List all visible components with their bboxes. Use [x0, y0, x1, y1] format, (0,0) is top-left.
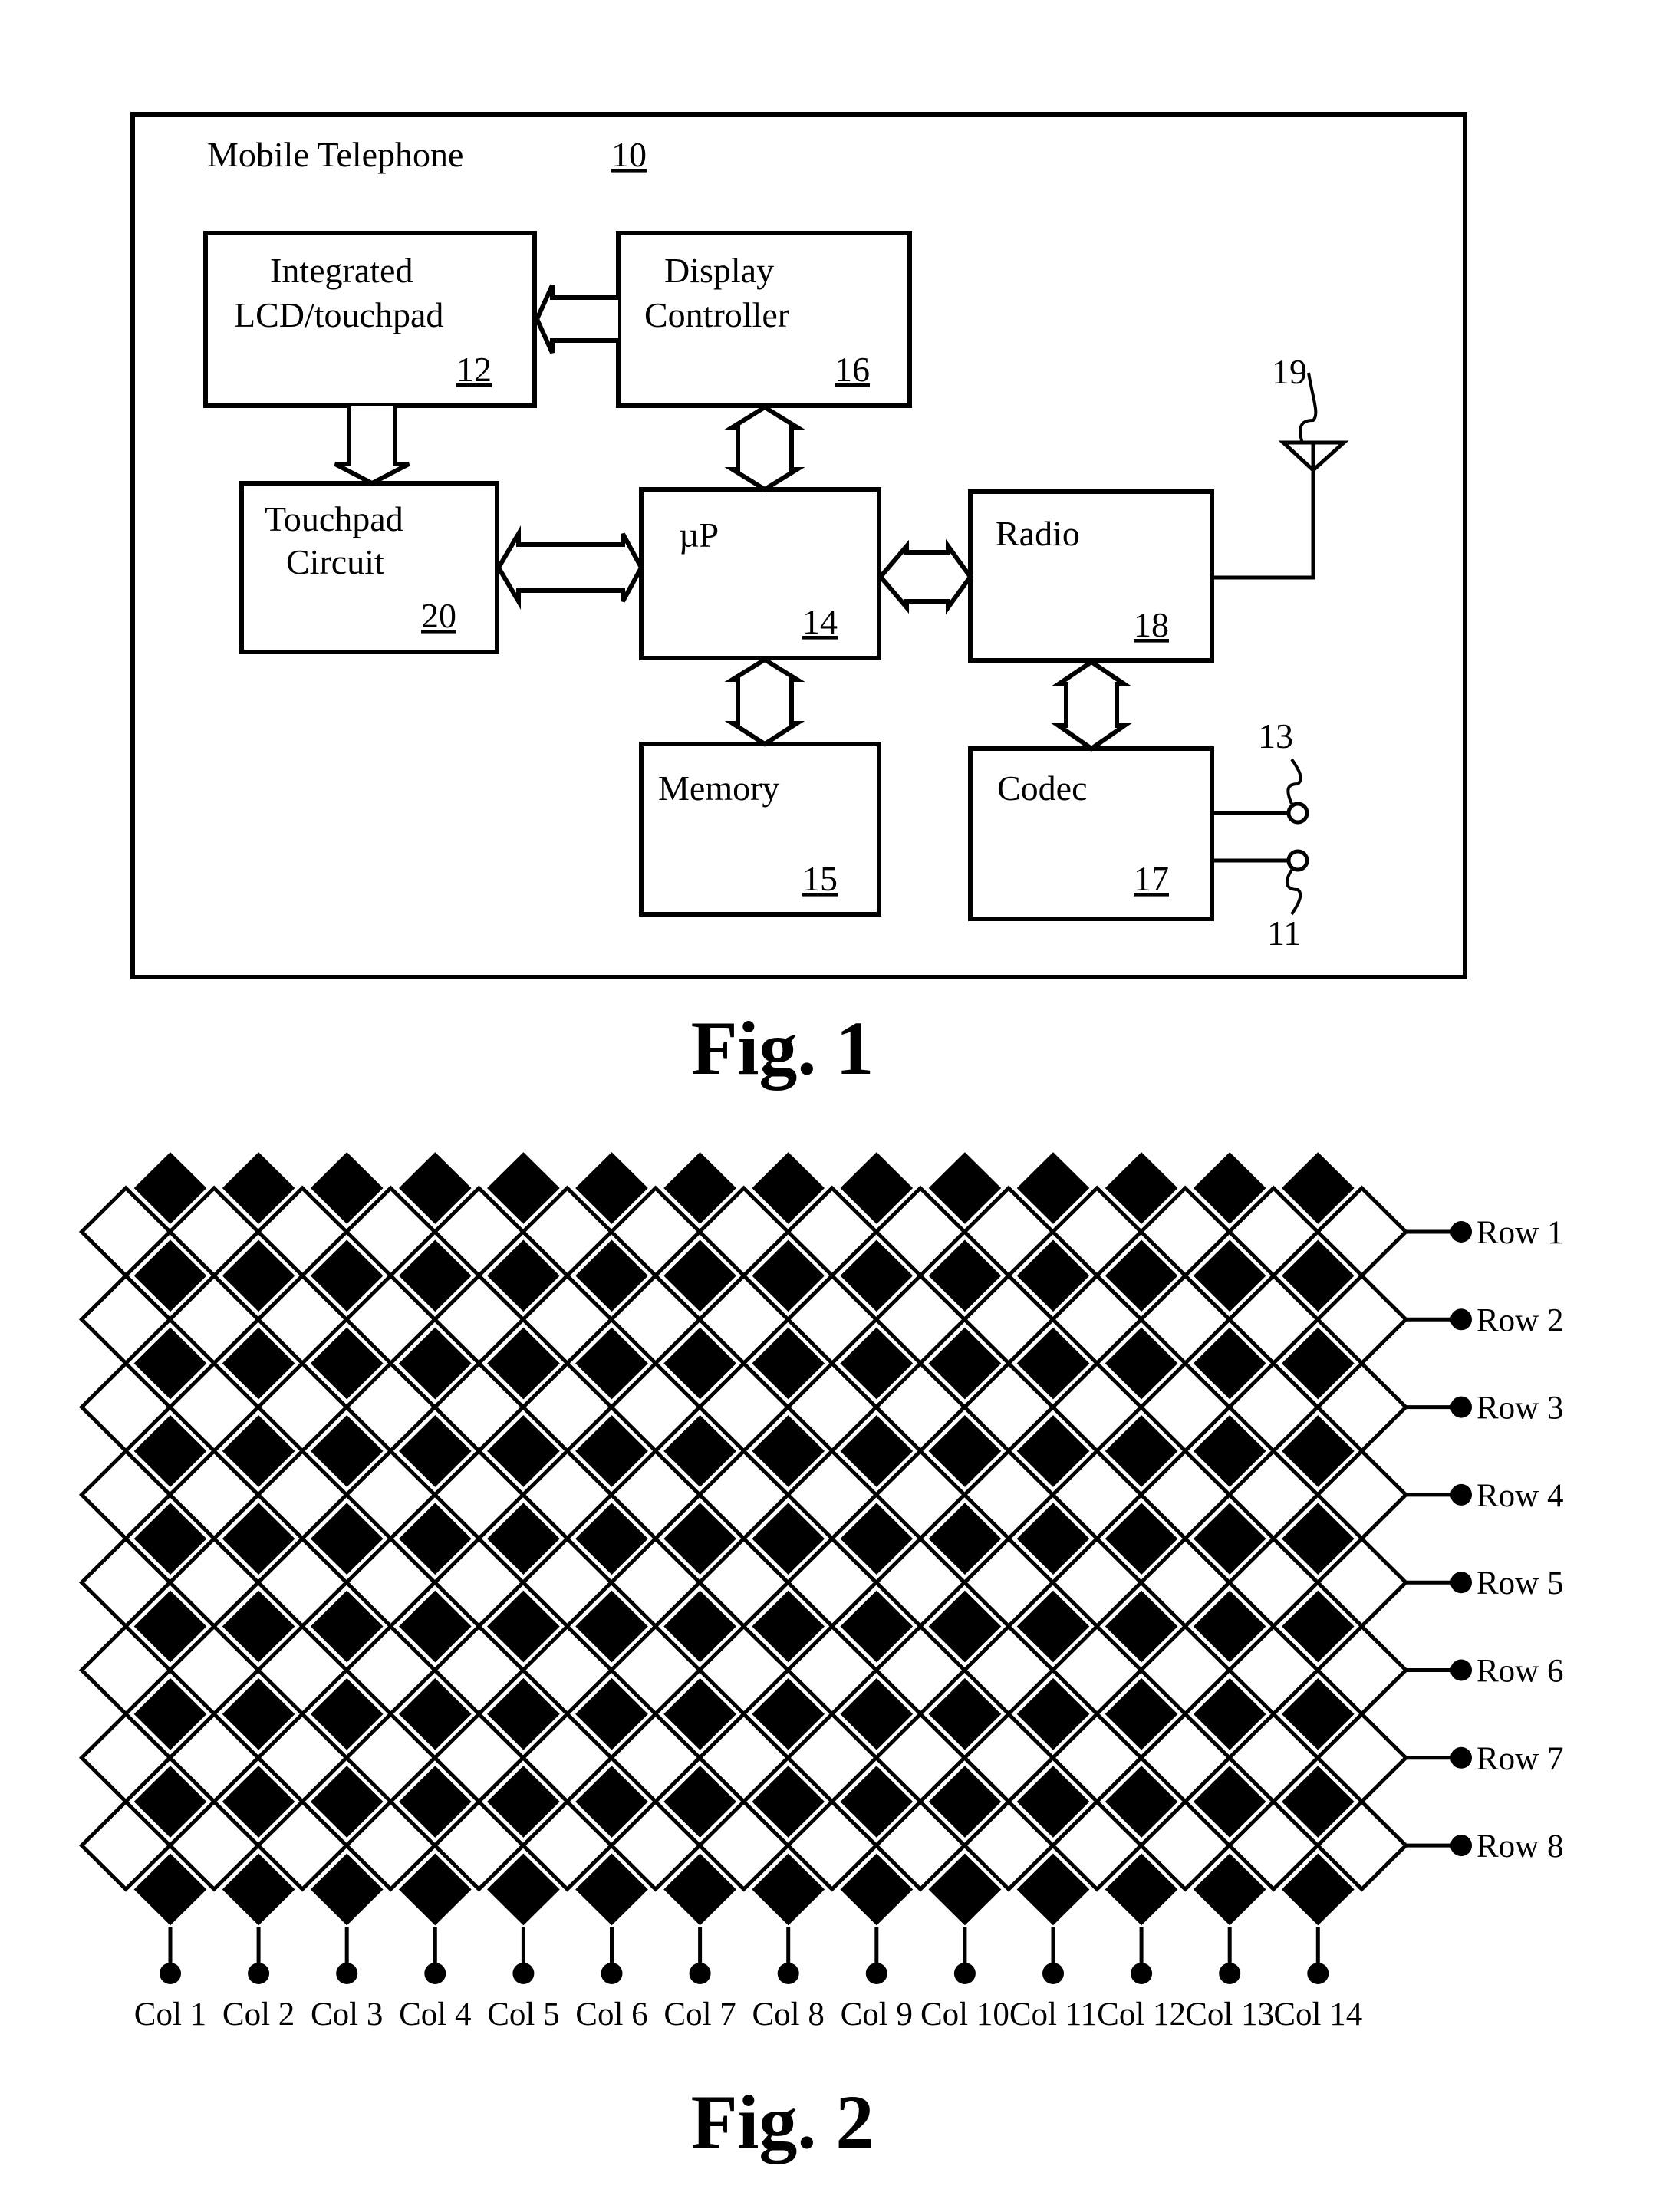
- block-label-line: Touchpad: [265, 499, 403, 538]
- row-label: Row 1: [1477, 1215, 1563, 1251]
- block-ref: 18: [1134, 605, 1169, 644]
- mic-terminal-ref: 11: [1267, 913, 1301, 953]
- row-pin-icon[interactable]: [1450, 1572, 1472, 1594]
- block-memory: Memory 15: [639, 742, 881, 917]
- block-radio: Radio 18: [968, 489, 1214, 663]
- block-label-line: Codec: [997, 769, 1088, 808]
- mobile-telephone-label: Mobile Telephone: [207, 135, 463, 174]
- row-pin-icon[interactable]: [1450, 1483, 1472, 1506]
- speaker-terminal-ref: 13: [1258, 716, 1293, 755]
- column-label: Col 13: [1185, 1996, 1274, 2033]
- column-label: Col 11: [1009, 1996, 1097, 2033]
- block-ref: 12: [456, 350, 492, 389]
- column-pin-icon[interactable]: [1307, 1963, 1329, 1984]
- column-pins: Col 1 Col 2 Col 3 Col 4 Col 5 Col 6 Col 7 Col 8…: [134, 1927, 1362, 2033]
- block-label-line: Memory: [658, 769, 779, 808]
- row-pin-icon[interactable]: [1450, 1835, 1472, 1857]
- block-ref: 14: [802, 602, 838, 641]
- column-label: Col 7: [663, 1996, 736, 2033]
- row-pins: Row 1 Row 2 Row 3 Row 4 Row 5 Row 6 Row 7 Row 8: [1405, 1215, 1563, 1865]
- block-label-line: Display: [664, 251, 774, 290]
- block-label-line: µP: [679, 515, 719, 555]
- fig1-caption: Fig. 1: [691, 1006, 874, 1091]
- row-label: Row 7: [1477, 1741, 1563, 1777]
- column-label: Col 1: [134, 1996, 206, 2033]
- row-pin-icon[interactable]: [1450, 1659, 1472, 1681]
- block-ref: 15: [802, 859, 838, 898]
- row-pin-icon[interactable]: [1450, 1396, 1472, 1418]
- column-pin-icon[interactable]: [953, 1963, 976, 1984]
- terminal-icon: [1286, 849, 1309, 872]
- column-label: Col 6: [575, 1996, 647, 2033]
- column-pin-icon[interactable]: [424, 1963, 446, 1984]
- column-label: Col 14: [1273, 1996, 1362, 2033]
- block-label-line: LCD/touchpad: [234, 295, 443, 334]
- row-label: Row 8: [1477, 1829, 1563, 1865]
- column-label: Col 12: [1097, 1996, 1186, 2033]
- column-pin-icon[interactable]: [512, 1963, 535, 1984]
- row-label: Row 2: [1477, 1302, 1563, 1338]
- block-touchpad-circuit: Touchpad Circuit 20: [239, 481, 499, 654]
- column-pin-icon[interactable]: [336, 1963, 358, 1984]
- block-codec: Codec 17: [968, 746, 1214, 921]
- block-label-line: Circuit: [286, 542, 384, 581]
- fig1-block-diagram: Mobile Telephone 10 Integrated LCD/touch…: [130, 112, 1467, 1091]
- column-label: Col 9: [841, 1996, 913, 2033]
- arrow-touchpad-up: [496, 525, 644, 610]
- block-display-controller: Display Controller 16: [616, 231, 912, 408]
- column-label: Col 2: [222, 1996, 295, 2033]
- column-pin-icon[interactable]: [248, 1963, 270, 1984]
- column-label: Col 3: [311, 1996, 383, 2033]
- arrow-display-up: [724, 404, 805, 492]
- antenna-ref: 19: [1272, 352, 1307, 391]
- column-pin-icon[interactable]: [777, 1963, 799, 1984]
- column-pin-icon[interactable]: [160, 1963, 181, 1984]
- arrow-display-to-lcd: [534, 284, 618, 354]
- row-pin-icon[interactable]: [1450, 1746, 1472, 1769]
- fig2-caption: Fig. 2: [691, 2079, 874, 2164]
- block-label-line: Radio: [996, 514, 1080, 553]
- column-pin-icon[interactable]: [1131, 1963, 1153, 1984]
- column-label: Col 5: [487, 1996, 559, 2033]
- mobile-telephone-ref: 10: [611, 135, 647, 174]
- column-pin-icon[interactable]: [1042, 1963, 1064, 1984]
- column-pin-icon[interactable]: [601, 1963, 623, 1984]
- block-ref: 16: [835, 350, 870, 389]
- row-pin-icon[interactable]: [1450, 1308, 1472, 1331]
- fig2-touchpad-electrode-pattern: Row 1 Row 2 Row 3 Row 4 Row 5 Row 6 Row 7 Row 8…: [78, 1148, 1563, 2164]
- block-ref: 20: [421, 596, 456, 635]
- row-label: Row 3: [1477, 1391, 1563, 1427]
- column-label: Col 8: [752, 1996, 825, 2033]
- column-pin-icon[interactable]: [1219, 1963, 1241, 1984]
- row-pin-icon[interactable]: [1450, 1221, 1472, 1243]
- column-pin-icon[interactable]: [865, 1963, 887, 1984]
- block-integrated-lcd-touchpad: Integrated LCD/touchpad 12: [203, 231, 537, 408]
- patent-drawing-sheet: Mobile Telephone 10 Integrated LCD/touch…: [78, 112, 1563, 2164]
- block-ref: 17: [1134, 859, 1169, 898]
- column-label: Col 4: [399, 1996, 471, 2033]
- column-label: Col 10: [920, 1996, 1009, 2033]
- column-pin-icon[interactable]: [689, 1963, 711, 1984]
- row-label: Row 6: [1477, 1654, 1563, 1690]
- terminal-icon: [1286, 802, 1309, 825]
- row-label: Row 5: [1477, 1565, 1563, 1601]
- block-label-line: Integrated: [270, 251, 413, 290]
- row-label: Row 4: [1477, 1478, 1563, 1514]
- block-microprocessor: µP 14: [639, 487, 881, 660]
- block-label-line: Controller: [644, 295, 789, 334]
- arrow-up-memory: [724, 657, 805, 747]
